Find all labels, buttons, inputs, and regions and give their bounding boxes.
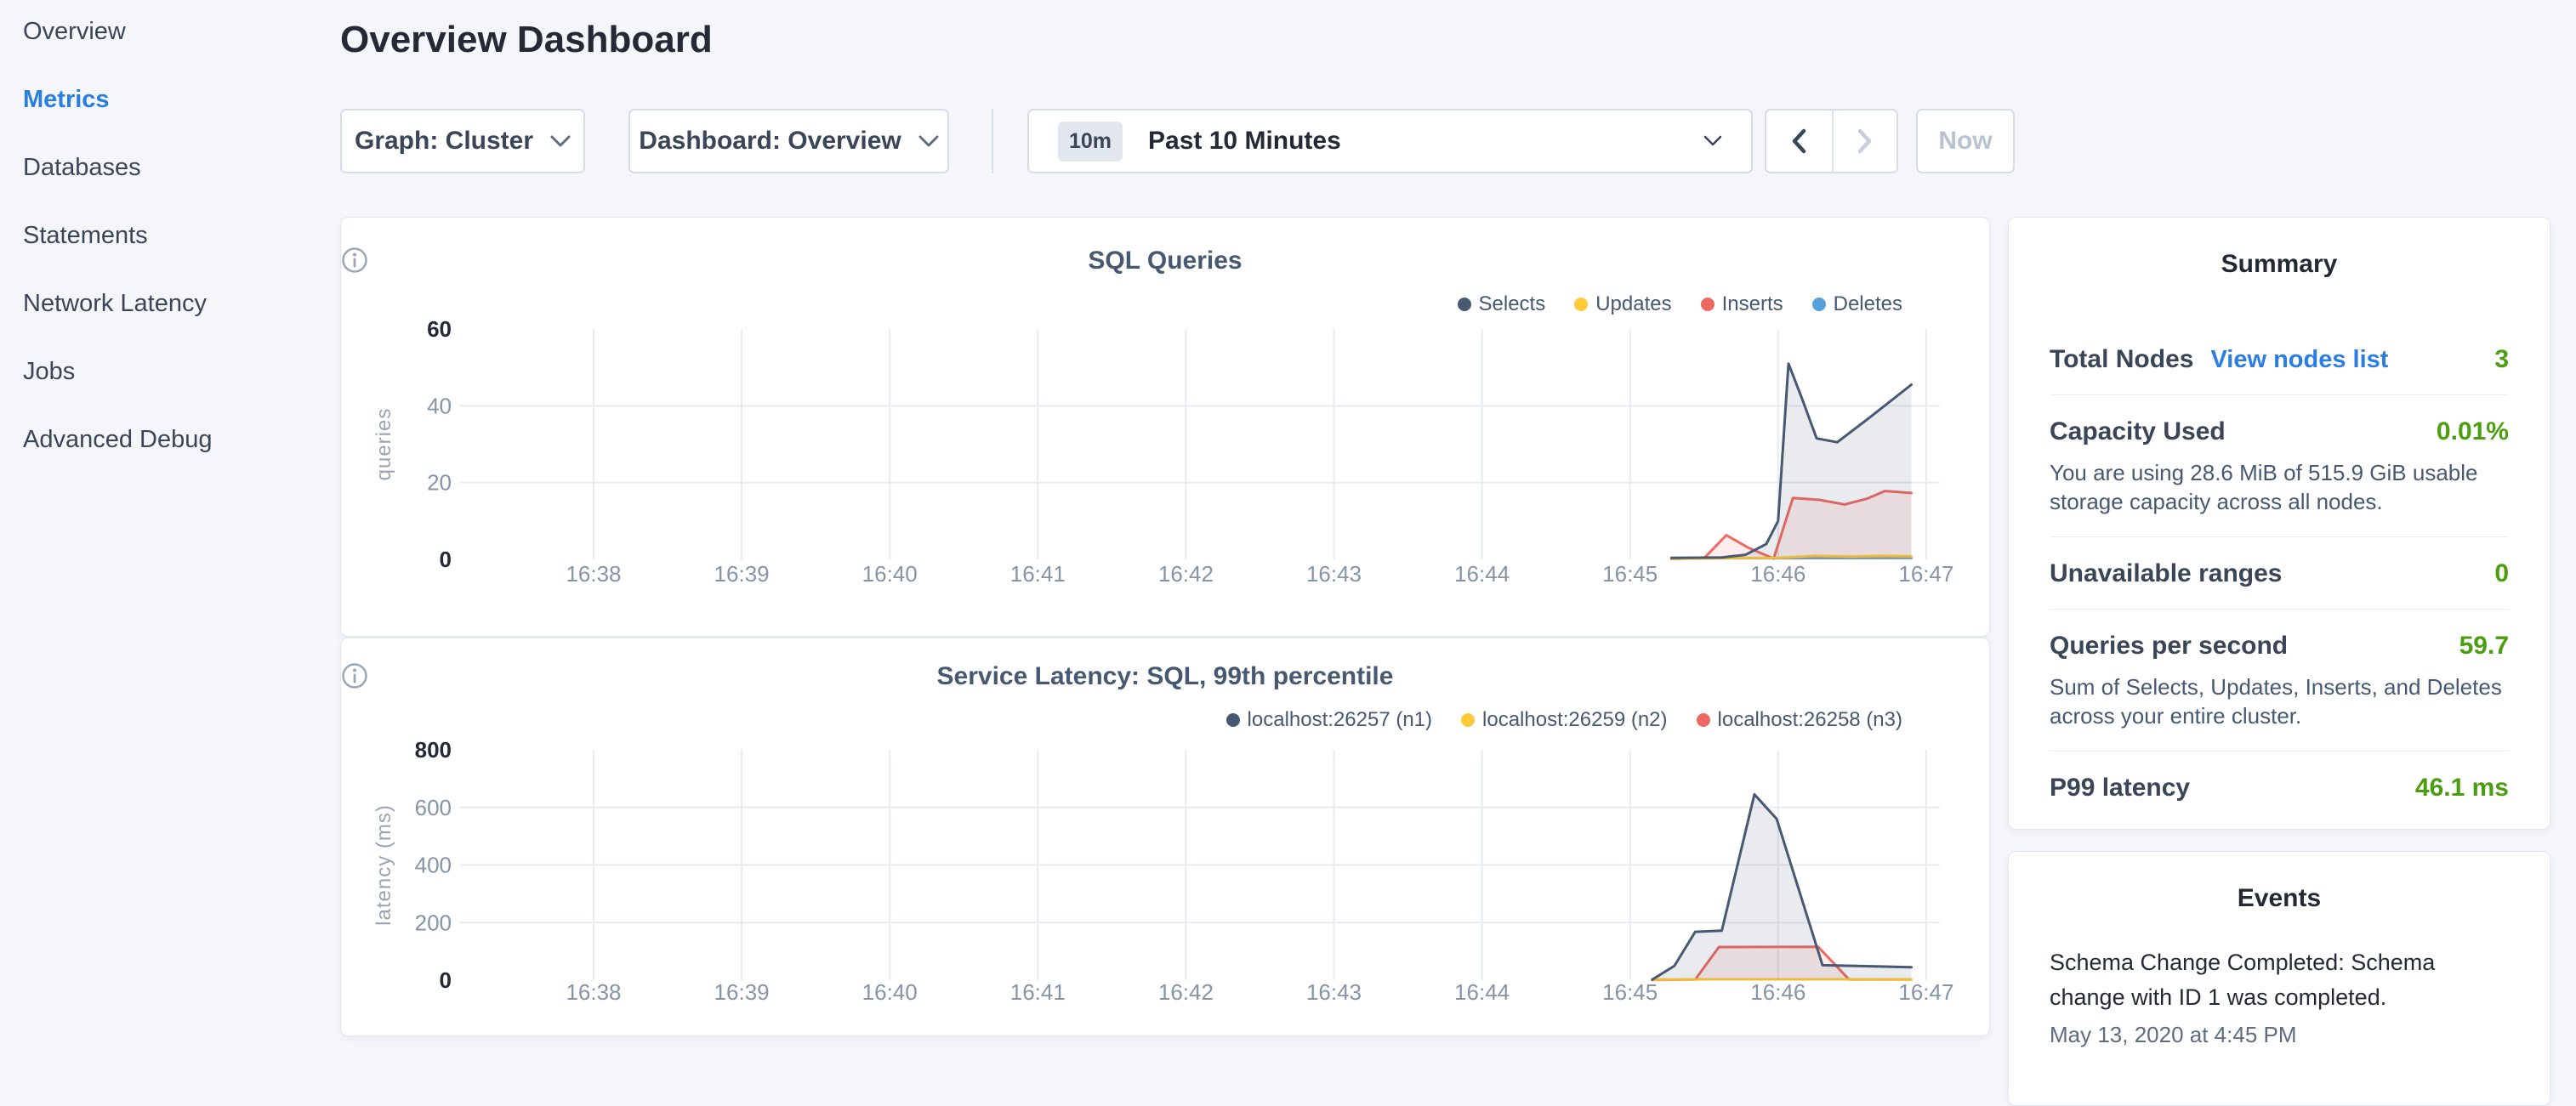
- x-tick-label: 16:44: [1454, 979, 1510, 1005]
- x-tick-label: 16:43: [1306, 979, 1362, 1005]
- event-text: Schema Change Completed: Schema change w…: [2050, 945, 2509, 1015]
- time-range-dropdown[interactable]: 10m Past 10 Minutes: [1027, 109, 1753, 173]
- now-button-label: Now: [1938, 127, 1992, 156]
- x-tick-label: 16:45: [1602, 979, 1658, 1005]
- y-tick-label: 0: [440, 547, 452, 572]
- summary-panel: Summary Total Nodes View nodes list 3 Capac…: [2008, 217, 2550, 830]
- y-tick-label: 0: [440, 967, 452, 993]
- next-time-button[interactable]: [1832, 111, 1897, 172]
- events-title: Events: [2009, 884, 2550, 913]
- y-axis-label: latency (ms): [372, 804, 395, 926]
- summary-row: Queries per second 59.7 Sum of Selects, Up…: [2050, 609, 2509, 751]
- summary-row: P99 latency 46.1 ms: [2050, 751, 2509, 823]
- x-tick-label: 16:40: [862, 979, 918, 1005]
- summary-row-value: 0: [2494, 559, 2509, 588]
- service-latency-chart-card: Service Latency: SQL, 99th percentile lo…: [340, 638, 1990, 1036]
- x-tick-label: 16:45: [1602, 561, 1658, 587]
- sidebar-item-statements[interactable]: Statements: [23, 201, 329, 269]
- sidebar-item-advanced-debug[interactable]: Advanced Debug: [23, 406, 329, 474]
- x-tick-label: 16:39: [714, 561, 770, 587]
- x-tick-label: 16:38: [566, 979, 621, 1005]
- event-item[interactable]: Schema Change Completed: Schema change w…: [2050, 945, 2509, 1048]
- chevron-down-icon: [550, 135, 571, 148]
- previous-time-button[interactable]: [1766, 111, 1832, 172]
- dashboard-dropdown-label: Dashboard: Overview: [639, 127, 901, 156]
- summary-row-value: 0.01%: [2437, 417, 2509, 446]
- x-tick-label: 16:46: [1750, 979, 1805, 1005]
- sidebar-item-overview[interactable]: Overview: [23, 0, 329, 65]
- x-tick-label: 16:41: [1010, 561, 1066, 587]
- time-step-buttons: [1765, 109, 1898, 173]
- x-tick-label: 16:44: [1454, 561, 1510, 587]
- summary-title: Summary: [2009, 250, 2550, 279]
- chevron-down-icon: [1703, 135, 1722, 147]
- y-tick-label: 400: [415, 853, 452, 878]
- summary-row-value: 59.7: [2459, 632, 2509, 661]
- dashboard-dropdown[interactable]: Dashboard: Overview: [628, 109, 949, 173]
- time-range-badge: 10m: [1058, 122, 1123, 162]
- x-tick-label: 16:43: [1306, 561, 1362, 587]
- page-title: Overview Dashboard: [340, 19, 713, 61]
- sql-queries-chart-card: SQL Queries SelectsUpdatesInsertsDeletes…: [340, 217, 1990, 637]
- summary-row-value: 46.1 ms: [2415, 774, 2509, 803]
- x-tick-label: 16:41: [1010, 979, 1066, 1005]
- y-tick-label: 60: [427, 316, 452, 342]
- sidebar-item-databases[interactable]: Databases: [23, 133, 329, 201]
- summary-row-description: You are using 28.6 MiB of 515.9 GiB usab…: [2050, 458, 2509, 516]
- view-nodes-list-link[interactable]: View nodes list: [2210, 346, 2388, 374]
- now-button[interactable]: Now: [1916, 109, 2015, 173]
- event-timestamp: May 13, 2020 at 4:45 PM: [2050, 1022, 2509, 1048]
- summary-row-label: Capacity Used: [2050, 417, 2226, 446]
- y-tick-label: 800: [415, 737, 452, 763]
- sidebar-item-metrics[interactable]: Metrics: [23, 65, 329, 133]
- x-tick-label: 16:46: [1750, 561, 1805, 587]
- service-latency-plot[interactable]: 16:38 16:39 16:40 16:41 16:42 16:43 16:44 16:45…: [341, 638, 1991, 1037]
- time-range-label: Past 10 Minutes: [1148, 127, 1341, 156]
- sidebar-item-network-latency[interactable]: Network Latency: [23, 269, 329, 337]
- y-tick-label: 200: [415, 910, 452, 935]
- x-tick-label: 16:47: [1898, 979, 1953, 1005]
- x-tick-label: 16:42: [1158, 561, 1214, 587]
- summary-row: Unavailable ranges 0: [2050, 536, 2509, 609]
- sidebar-item-jobs[interactable]: Jobs: [23, 337, 329, 406]
- x-tick-label: 16:39: [714, 979, 770, 1005]
- summary-row-label: P99 latency: [2050, 774, 2190, 803]
- events-panel: Events Schema Change Completed: Schema c…: [2008, 851, 2550, 1106]
- chevron-right-icon: [1856, 128, 1874, 155]
- summary-row: Total Nodes View nodes list 3: [2050, 323, 2509, 394]
- summary-row-label: Total Nodes: [2050, 345, 2193, 374]
- x-tick-label: 16:42: [1158, 979, 1214, 1005]
- x-tick-label: 16:47: [1898, 561, 1953, 587]
- sql-queries-plot[interactable]: 16:38 16:39 16:40 16:41 16:42 16:43 16:44 16:45…: [341, 218, 1991, 638]
- y-tick-label: 40: [427, 393, 452, 418]
- graph-dropdown[interactable]: Graph: Cluster: [340, 109, 585, 173]
- events-list: Schema Change Completed: Schema change w…: [2009, 945, 2550, 1048]
- chevron-down-icon: [918, 135, 939, 148]
- y-tick-label: 20: [427, 470, 452, 496]
- summary-rows: Total Nodes View nodes list 3 Capacity Used…: [2009, 323, 2550, 823]
- controls-divider: [992, 109, 993, 173]
- summary-row-value: 3: [2494, 345, 2509, 374]
- x-tick-label: 16:40: [862, 561, 918, 587]
- graph-dropdown-label: Graph: Cluster: [355, 127, 533, 156]
- x-tick-label: 16:38: [566, 561, 621, 587]
- y-axis-label: queries: [372, 408, 395, 481]
- summary-row-label: Queries per second: [2050, 632, 2288, 661]
- summary-row-description: Sum of Selects, Updates, Inserts, and De…: [2050, 672, 2509, 730]
- sidebar: OverviewMetricsDatabasesStatementsNetwor…: [23, 0, 329, 474]
- summary-row: Capacity Used 0.01% You are using 28.6 MiB…: [2050, 394, 2509, 536]
- summary-row-label: Unavailable ranges: [2050, 559, 2282, 588]
- y-tick-label: 600: [415, 795, 452, 820]
- chevron-left-icon: [1789, 128, 1808, 155]
